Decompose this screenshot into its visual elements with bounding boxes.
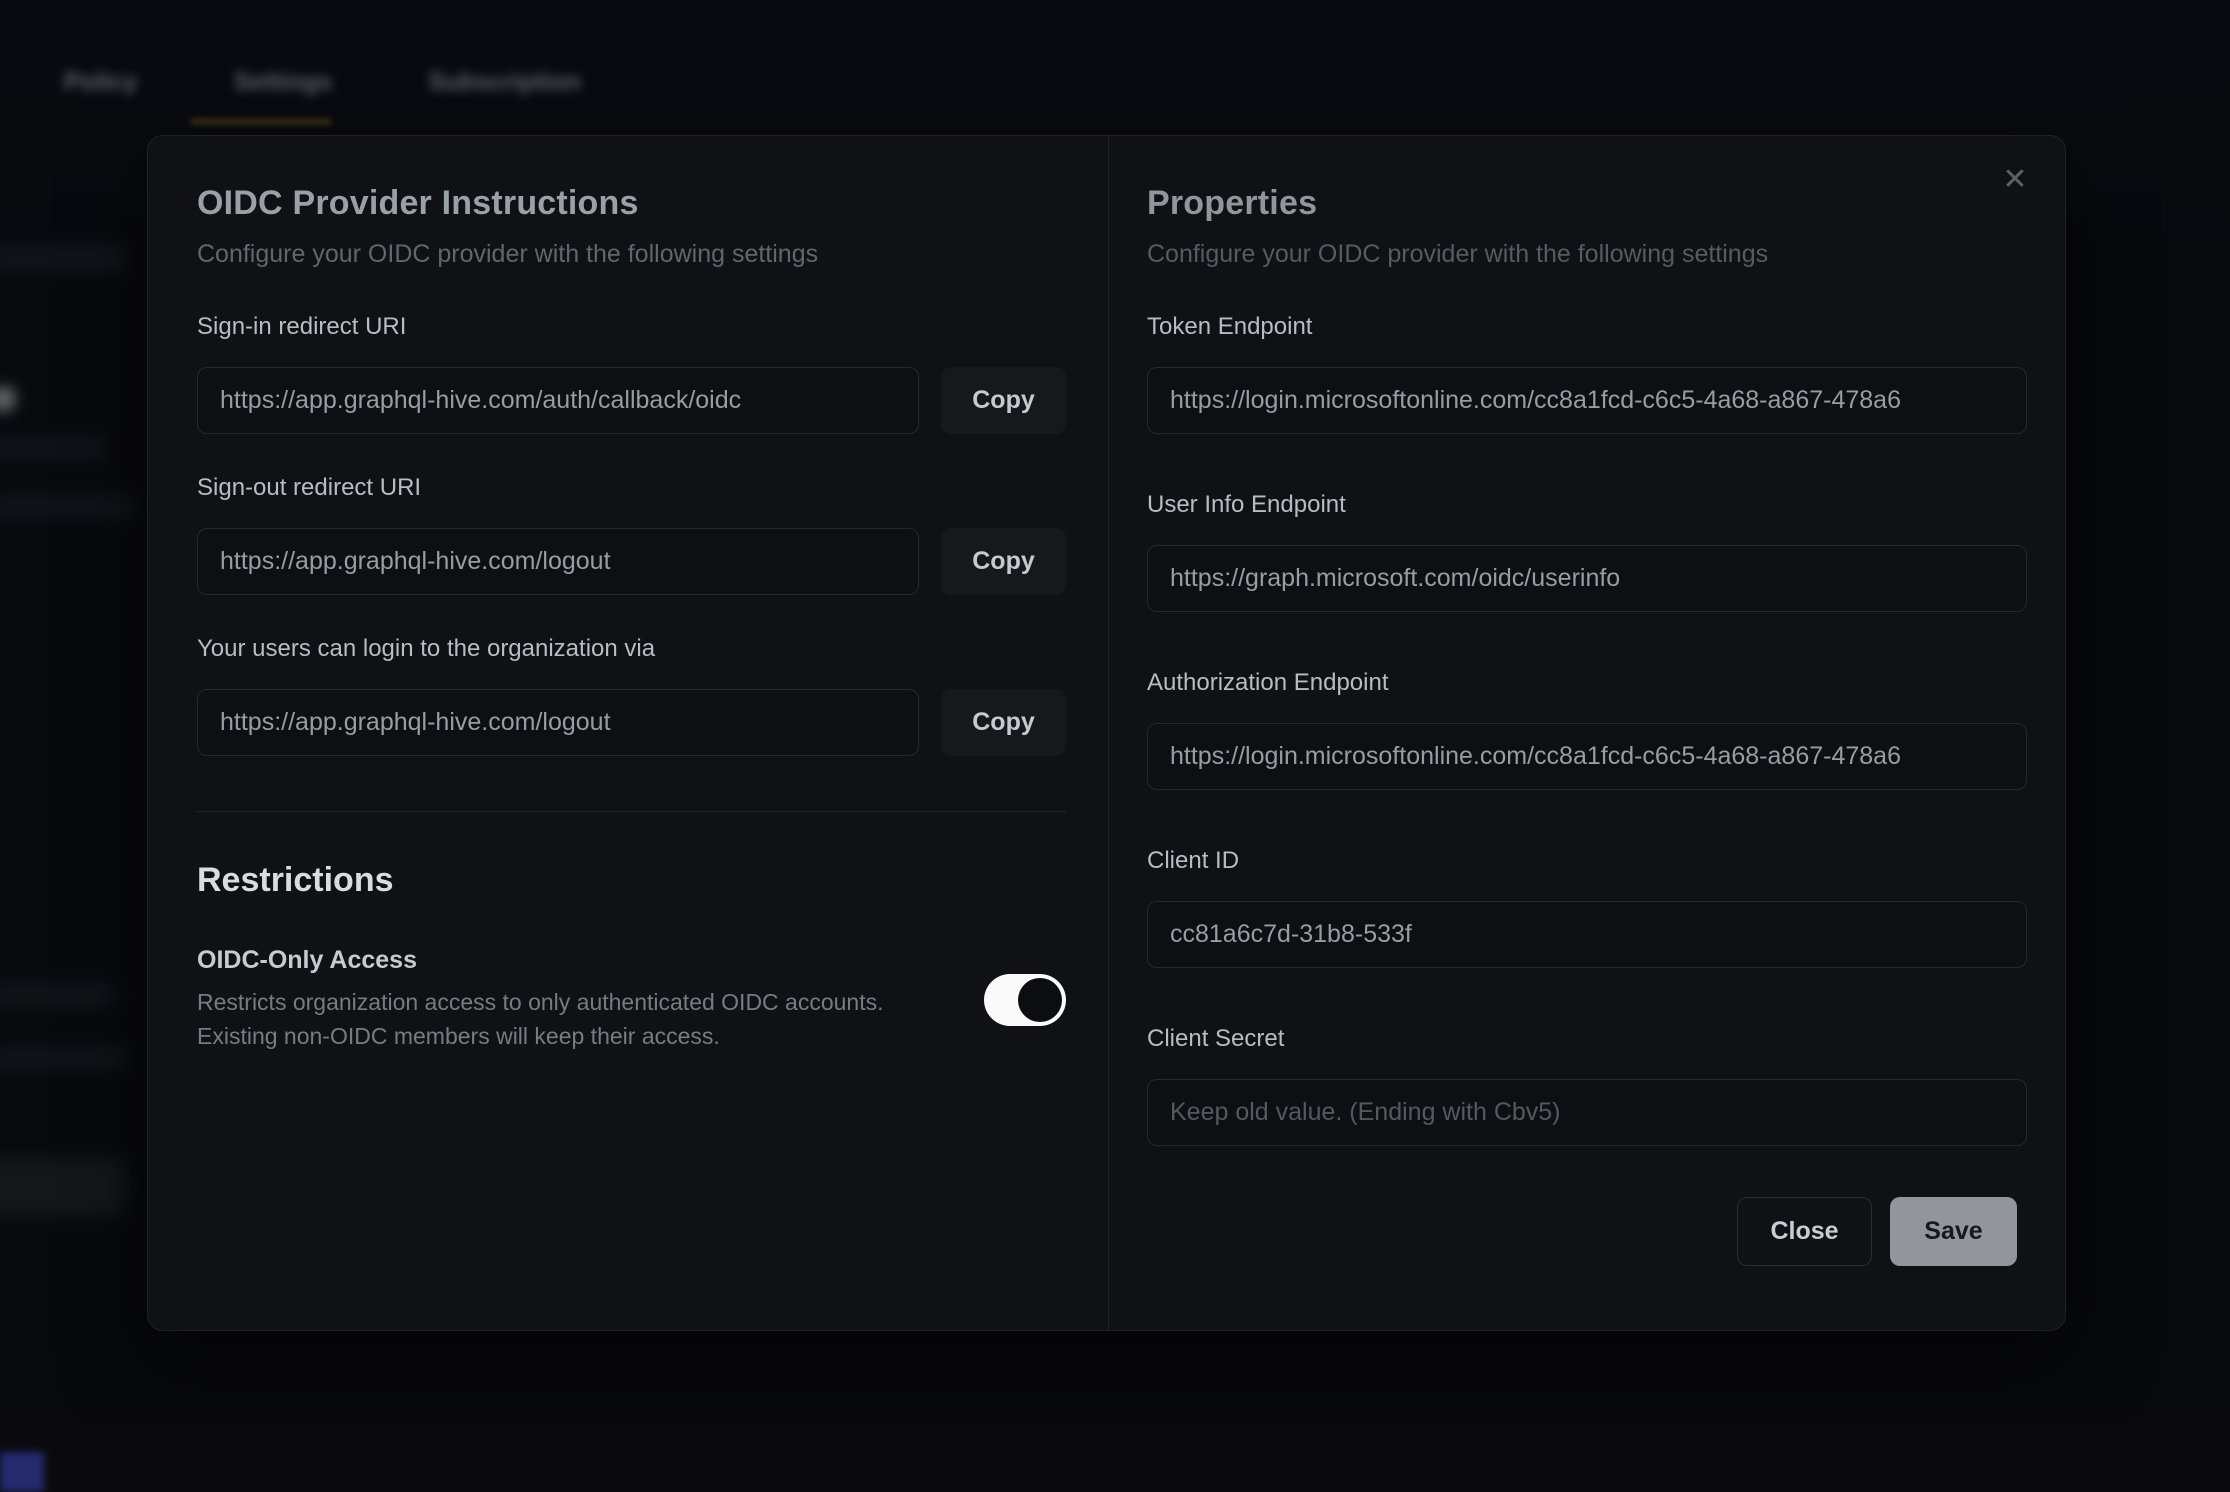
oidc-only-access-toggle[interactable] [984,974,1066,1026]
signin-redirect-uri-label: Sign-in redirect URI [197,313,1066,341]
client-secret-row [1147,1079,2027,1146]
signout-redirect-uri-input[interactable] [197,528,919,595]
signout-redirect-uri-label: Sign-out redirect URI [197,474,1066,502]
signin-redirect-uri-input[interactable] [197,367,919,434]
client-id-input[interactable] [1147,901,2027,968]
oidc-only-access-description: Restricts organization access to only au… [197,985,954,1053]
oidc-settings-dialog: ✕ OIDC Provider Instructions Configure y… [147,135,2066,1331]
section-divider [197,811,1066,812]
oidc-only-access-row: OIDC-Only Access Restricts organization … [197,946,1066,1053]
restrictions-heading: Restrictions [197,861,1066,900]
token-endpoint-label: Token Endpoint [1147,313,2027,341]
section-title-properties: Properties [1147,184,2027,223]
copy-signin-uri-button[interactable]: Copy [941,367,1066,434]
userinfo-endpoint-label: User Info Endpoint [1147,491,2027,519]
client-id-label: Client ID [1147,847,2027,875]
description-line-2: Existing non-OIDC members will keep thei… [197,1023,720,1049]
oidc-instructions-column: OIDC Provider Instructions Configure you… [148,136,1108,1330]
login-via-row: Copy [197,689,1066,756]
copy-login-uri-button[interactable]: Copy [941,689,1066,756]
client-secret-label: Client Secret [1147,1025,2027,1053]
properties-column: Properties Configure your OIDC provider … [1108,136,2067,1330]
description-line-1: Restricts organization access to only au… [197,989,884,1015]
client-secret-input[interactable] [1147,1079,2027,1146]
copy-signout-uri-button[interactable]: Copy [941,528,1066,595]
toggle-knob [1018,978,1062,1022]
oidc-only-access-text: OIDC-Only Access Restricts organization … [197,946,954,1053]
client-id-row [1147,901,2027,968]
userinfo-endpoint-input[interactable] [1147,545,2027,612]
userinfo-endpoint-row [1147,545,2027,612]
section-subtitle-properties: Configure your OIDC provider with the fo… [1147,240,2027,269]
close-button[interactable]: Close [1737,1197,1872,1266]
token-endpoint-row [1147,367,2027,434]
section-title-instructions: OIDC Provider Instructions [197,184,1066,223]
login-via-label: Your users can login to the organization… [197,635,1066,663]
authorization-endpoint-label: Authorization Endpoint [1147,669,2027,697]
authorization-endpoint-input[interactable] [1147,723,2027,790]
token-endpoint-input[interactable] [1147,367,2027,434]
oidc-only-access-label: OIDC-Only Access [197,946,954,975]
save-button[interactable]: Save [1890,1197,2017,1266]
section-subtitle-instructions: Configure your OIDC provider with the fo… [197,240,1066,269]
dialog-actions: Close Save [1737,1197,2017,1266]
signin-redirect-uri-row: Copy [197,367,1066,434]
login-via-input[interactable] [197,689,919,756]
authorization-endpoint-row [1147,723,2027,790]
signout-redirect-uri-row: Copy [197,528,1066,595]
